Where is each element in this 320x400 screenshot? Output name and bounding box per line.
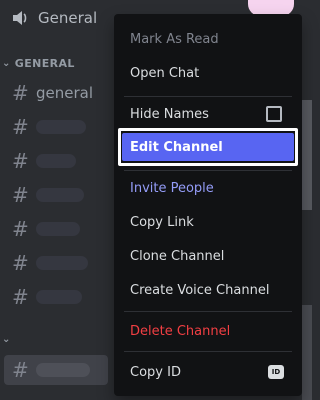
text-channel-icon: # bbox=[12, 217, 29, 241]
channel-name bbox=[36, 188, 84, 202]
sidebar-channel[interactable]: # bbox=[12, 146, 112, 176]
menu-item-hide-names[interactable]: Hide Names bbox=[122, 99, 294, 129]
text-channel-icon: # bbox=[12, 149, 29, 173]
text-channel-icon: # bbox=[12, 81, 29, 105]
menu-item-open-chat[interactable]: Open Chat bbox=[122, 58, 294, 88]
menu-separator bbox=[124, 96, 292, 97]
channel-name bbox=[36, 222, 80, 236]
channel-context-menu: Mark As Read Open Chat Hide Names Edit C… bbox=[114, 14, 302, 396]
menu-item-edit-channel[interactable]: Edit Channel bbox=[122, 133, 294, 161]
sidebar-channel[interactable]: # bbox=[12, 282, 112, 312]
text-channel-icon: # bbox=[12, 183, 29, 207]
chevron-down-icon: ⌄ bbox=[2, 58, 11, 69]
text-channel-icon: # bbox=[12, 251, 29, 275]
menu-separator bbox=[124, 351, 292, 352]
speaker-icon bbox=[12, 8, 34, 28]
menu-item-create-voice-channel[interactable]: Create Voice Channel bbox=[122, 275, 294, 305]
channel-name bbox=[36, 363, 90, 377]
text-channel-icon: # bbox=[12, 358, 29, 382]
channel-name bbox=[36, 290, 82, 304]
chevron-down-icon: ⌄ bbox=[2, 334, 11, 345]
collapsed-category[interactable]: ⌄ bbox=[2, 334, 15, 345]
menu-item-delete-channel[interactable]: Delete Channel bbox=[122, 316, 294, 346]
menu-item-clone-channel[interactable]: Clone Channel bbox=[122, 241, 294, 271]
text-channel-icon: # bbox=[12, 115, 29, 139]
sidebar-channel-general[interactable]: # general bbox=[12, 78, 112, 108]
sidebar-channel[interactable]: # bbox=[12, 248, 112, 278]
id-badge-icon: ID bbox=[268, 365, 284, 379]
text-channel-icon: # bbox=[12, 285, 29, 309]
menu-item-copy-link[interactable]: Copy Link bbox=[122, 207, 294, 237]
hide-names-label: Hide Names bbox=[130, 106, 209, 122]
sidebar-channel[interactable]: # bbox=[12, 214, 112, 244]
category-general[interactable]: ⌄ GENERAL bbox=[2, 57, 75, 70]
voice-channel-name: General bbox=[38, 9, 98, 27]
hide-names-checkbox[interactable] bbox=[266, 106, 282, 122]
sidebar-channel[interactable]: # bbox=[12, 112, 112, 142]
channel-name bbox=[36, 154, 76, 168]
menu-item-mark-as-read[interactable]: Mark As Read bbox=[122, 24, 294, 54]
sidebar-channel-selected[interactable]: # bbox=[4, 355, 108, 385]
menu-item-invite-people[interactable]: Invite People bbox=[122, 173, 294, 203]
category-label: GENERAL bbox=[14, 57, 75, 70]
menu-separator bbox=[124, 311, 292, 312]
channel-name bbox=[36, 120, 86, 134]
image-preview bbox=[302, 305, 312, 400]
voice-channel-general[interactable]: General bbox=[12, 8, 97, 28]
channel-name: general bbox=[36, 84, 94, 102]
menu-separator bbox=[124, 170, 292, 171]
channel-name bbox=[36, 256, 88, 270]
copy-id-label: Copy ID bbox=[130, 364, 181, 380]
sidebar-channel[interactable]: # bbox=[12, 180, 112, 210]
image-preview bbox=[302, 100, 312, 210]
menu-item-copy-id[interactable]: Copy ID ID bbox=[122, 357, 294, 387]
